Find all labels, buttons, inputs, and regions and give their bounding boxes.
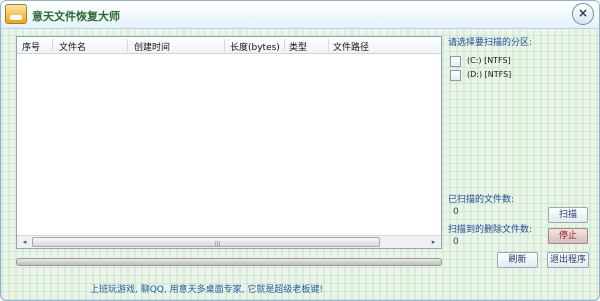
- exit-button[interactable]: 退出程序: [547, 252, 589, 268]
- column-header-size[interactable]: 长度(bytes): [230, 40, 280, 53]
- stop-button[interactable]: 停止: [548, 228, 588, 244]
- close-button[interactable]: ×: [572, 3, 594, 25]
- app-window: 意天文件恢复大师 × 序号 文件名 创建时间 长度(bytes) 类型 文件路径…: [0, 0, 600, 301]
- scroll-left-icon[interactable]: ◂: [18, 236, 31, 248]
- table-header: 序号 文件名 创建时间 长度(bytes) 类型 文件路径: [17, 37, 441, 54]
- scanned-files-count: 0: [453, 207, 459, 217]
- partition-d-label: (D:) [NTFS]: [467, 70, 512, 79]
- partition-prompt: 请选择要扫描的分区:: [448, 38, 533, 48]
- recovered-files-table[interactable]: 序号 文件名 创建时间 长度(bytes) 类型 文件路径 ◂ ||| ▸: [16, 36, 442, 249]
- partition-d-checkbox[interactable]: [450, 70, 461, 81]
- scan-button[interactable]: 扫描: [548, 207, 588, 223]
- scan-progress-bar: [16, 258, 442, 266]
- column-header-path[interactable]: 文件路径: [333, 40, 369, 53]
- deleted-files-label: 扫描到的删除文件数:: [448, 225, 533, 235]
- column-divider[interactable]: [328, 39, 329, 52]
- column-header-type[interactable]: 类型: [289, 40, 307, 53]
- deleted-files-count: 0: [453, 237, 459, 247]
- column-header-index[interactable]: 序号: [22, 40, 40, 53]
- horizontal-scrollbar[interactable]: ◂ ||| ▸: [17, 235, 441, 248]
- refresh-button[interactable]: 刷新: [497, 252, 538, 268]
- partition-c-label: (C:) [NTFS]: [467, 56, 511, 65]
- window-title: 意天文件恢复大师: [32, 10, 120, 23]
- column-divider[interactable]: [127, 39, 128, 52]
- column-divider[interactable]: [284, 39, 285, 52]
- title-bar: 意天文件恢复大师 ×: [1, 1, 599, 29]
- scroll-right-icon[interactable]: ▸: [427, 236, 440, 248]
- scanned-files-label: 已扫描的文件数:: [448, 195, 515, 205]
- app-logo-icon: [5, 4, 27, 24]
- column-header-created-time[interactable]: 创建时间: [134, 40, 170, 53]
- partition-c-checkbox[interactable]: [450, 56, 461, 67]
- column-divider[interactable]: [224, 39, 225, 52]
- footer-ad-text: 上班玩游戏, 聊QQ, 用意天多桌面专家, 它就是超级老板键!: [90, 285, 323, 295]
- column-header-filename[interactable]: 文件名: [59, 40, 86, 53]
- scroll-grip-icon: |||: [215, 241, 221, 247]
- column-divider[interactable]: [52, 39, 53, 52]
- scroll-thumb[interactable]: |||: [32, 237, 380, 247]
